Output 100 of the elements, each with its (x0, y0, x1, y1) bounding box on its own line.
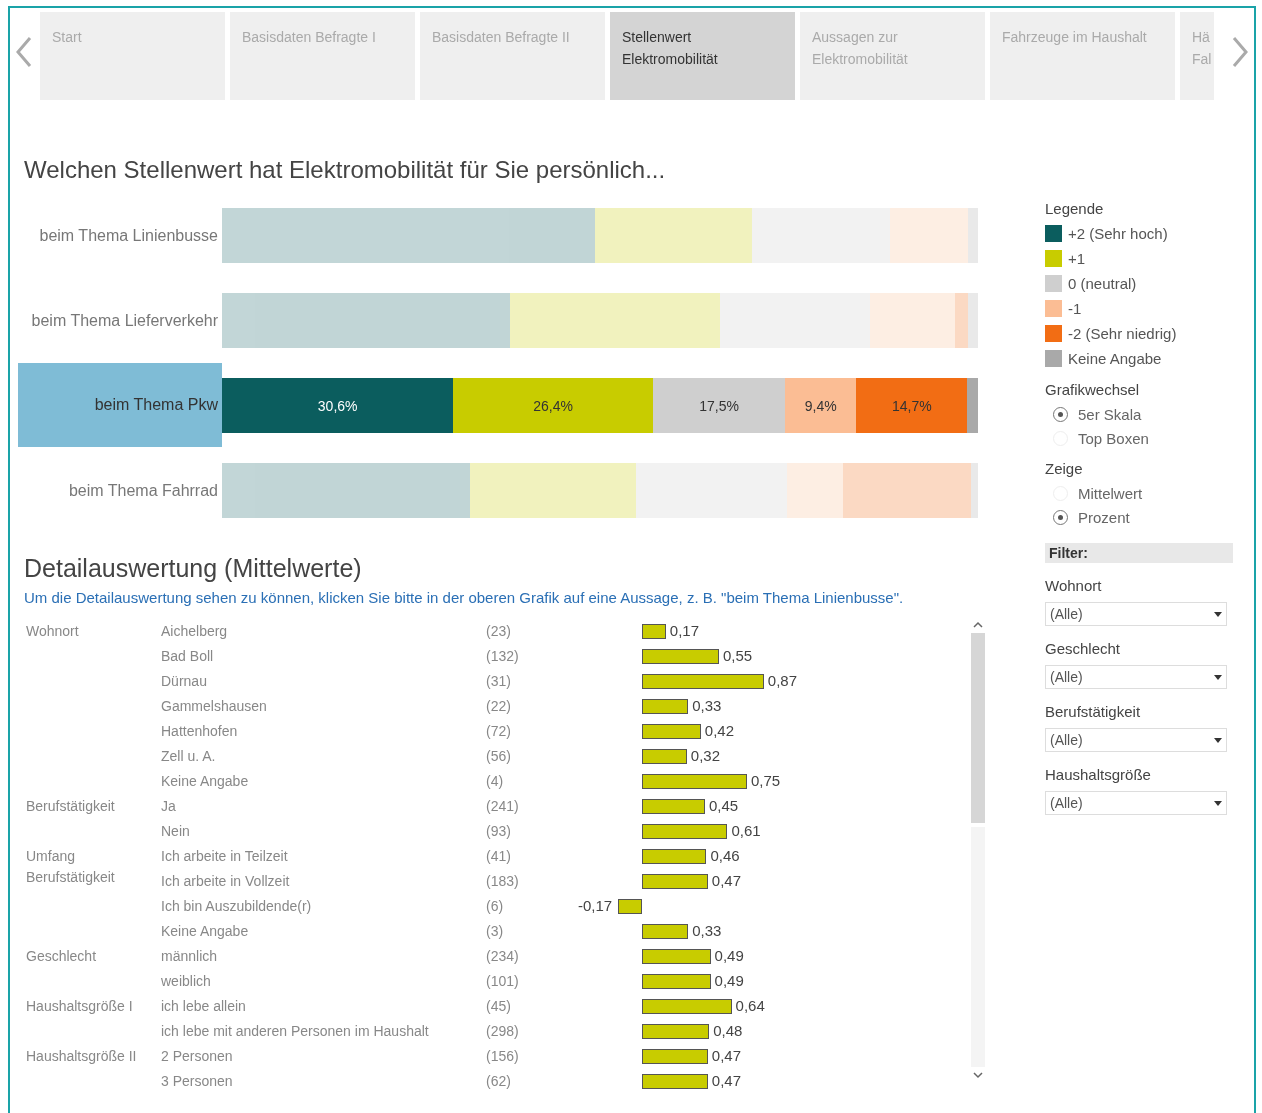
filter-dropdown[interactable]: (Alle) (1045, 791, 1227, 815)
value-label: 0,47 (711, 1071, 741, 1091)
bar[interactable] (642, 999, 732, 1014)
value-label: 0,49 (714, 971, 744, 991)
category-label: Dürnau (161, 673, 207, 689)
count-label: (132) (486, 648, 519, 664)
bar[interactable] (642, 824, 728, 839)
bar[interactable] (642, 1024, 710, 1039)
category-label: Gammelshausen (161, 698, 267, 714)
section-title: Detailauswertung (Mittelwerte) (24, 554, 363, 583)
scroll-up-icon[interactable] (972, 621, 984, 629)
category-label: ich lebe mit anderen Personen im Haushalt (161, 1023, 429, 1039)
count-label: (93) (486, 823, 511, 839)
bar[interactable] (642, 674, 764, 689)
count-label: (23) (486, 623, 511, 639)
bar[interactable] (642, 699, 689, 714)
count-label: (183) (486, 873, 519, 889)
bar[interactable] (642, 774, 747, 789)
filter-dropdown[interactable]: (Alle) (1045, 728, 1227, 752)
bar-segment[interactable]: 9,4% (785, 378, 857, 433)
caret-icon (1214, 800, 1222, 806)
bar[interactable] (642, 949, 711, 964)
value-label: 0,64 (735, 996, 765, 1016)
value-label: 0,75 (751, 771, 781, 791)
count-label: (3) (486, 923, 504, 939)
bar-segment[interactable]: 30,6% (222, 378, 454, 433)
topic-label[interactable]: beim Thema Pkw (18, 363, 222, 447)
count-label: (6) (486, 898, 504, 914)
category-label: Ich arbeite in Teilzeit (161, 848, 288, 864)
value-label: 0,45 (709, 796, 739, 816)
filter-header: Filter: (1045, 543, 1233, 563)
value-label: 0,55 (723, 646, 753, 666)
topic-label[interactable]: beim Thema Fahrrad (18, 463, 222, 518)
count-label: (56) (486, 748, 511, 764)
legend-label: Keine Angabe (1068, 350, 1162, 367)
category-label: Hattenhofen (161, 723, 238, 739)
bar-segment[interactable] (954, 293, 969, 348)
legend-label: -2 (Sehr niedrig) (1068, 325, 1177, 342)
category-label: Ja (161, 798, 176, 814)
bar-segment[interactable]: 14,7% (856, 378, 968, 433)
bar[interactable] (642, 874, 708, 889)
value-label: 0,49 (714, 946, 744, 966)
category-label: Ich bin Auszubildende(r) (161, 898, 312, 914)
topic-label[interactable]: beim Thema Linienbusse (18, 208, 222, 263)
bar[interactable] (642, 1074, 708, 1089)
tab[interactable]: Stellenwert Elektromobilität (610, 12, 795, 100)
category-label: Bad Boll (161, 648, 214, 664)
group-label: Berufstätigkeit (26, 798, 115, 814)
group-label: Wohnort (26, 623, 79, 639)
count-label: (45) (486, 998, 511, 1014)
count-label: (156) (486, 1048, 519, 1064)
filter-label: Geschlecht (1045, 640, 1122, 657)
caret-icon (1214, 611, 1222, 617)
filter-dropdown[interactable]: (Alle) (1045, 602, 1227, 626)
category-label: Keine Angabe (161, 773, 249, 789)
category-label: Ich arbeite in Vollzeit (161, 873, 290, 889)
radio-label: Mittelwert (1078, 484, 1143, 502)
chart-title: Welchen Stellenwert hat Elektromobilität für Sie persönlich... (24, 156, 667, 185)
count-label: (62) (486, 1073, 511, 1089)
scrollbar-thumb[interactable] (971, 633, 985, 823)
count-label: (72) (486, 723, 511, 739)
filter-label: Berufstätigkeit (1045, 703, 1142, 720)
value-label: 0,87 (767, 671, 797, 691)
bar[interactable] (642, 724, 701, 739)
count-label: (241) (486, 798, 519, 814)
bar[interactable] (642, 974, 711, 989)
scroll-down-icon[interactable] (972, 1071, 984, 1079)
category-label: ich lebe allein (161, 998, 246, 1014)
count-label: (41) (486, 848, 511, 864)
filter-label: Haushaltsgröße (1045, 766, 1152, 783)
group-label: Umfang Berufstätigkeit (26, 848, 115, 885)
legend-label: -1 (1068, 300, 1082, 317)
bar[interactable] (642, 849, 707, 864)
bar-segment[interactable]: 26,4% (453, 378, 653, 433)
filter-dropdown[interactable]: (Alle) (1045, 665, 1227, 689)
radio-label: Top Boxen (1078, 429, 1149, 447)
bar-segment[interactable]: 17,5% (652, 378, 786, 433)
legend-label: +2 (Sehr hoch) (1068, 225, 1168, 242)
value-label: -0,17 (578, 896, 613, 916)
value-label: 0,33 (692, 696, 722, 716)
bar[interactable] (642, 1049, 708, 1064)
bar[interactable] (642, 649, 719, 664)
bar[interactable] (618, 899, 642, 914)
bar[interactable] (642, 924, 689, 939)
category-label: 3 Personen (161, 1073, 233, 1089)
caret-icon (1214, 674, 1222, 680)
bar[interactable] (642, 624, 666, 639)
category-label: 2 Personen (161, 1048, 233, 1064)
bar[interactable] (642, 749, 687, 764)
value-label: 0,32 (690, 746, 720, 766)
value-label: 0,17 (669, 621, 699, 641)
group-label: Geschlecht (26, 948, 97, 964)
caret-icon (1214, 737, 1222, 743)
topic-label[interactable]: beim Thema Lieferverkehr (18, 293, 222, 348)
bar[interactable] (642, 799, 705, 814)
group-title: Grafikwechsel (1045, 381, 1141, 398)
radio-label: Prozent (1078, 508, 1130, 526)
radio-label: 5er Skala (1078, 405, 1142, 423)
category-label: Nein (161, 823, 190, 839)
value-label: 0,47 (711, 871, 741, 891)
